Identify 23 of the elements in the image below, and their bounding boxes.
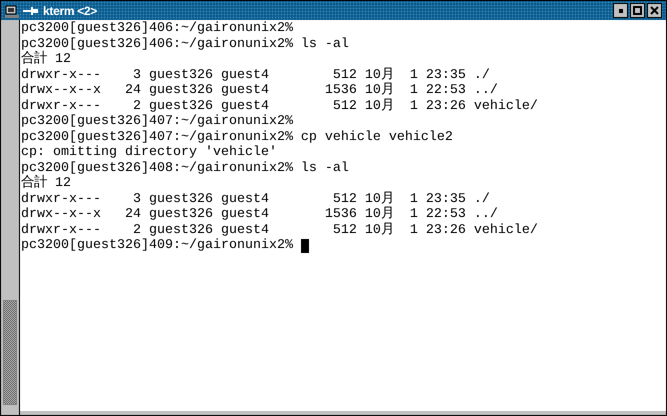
terminal-line: pc3200[guest326]408:~/gaironunix2% ls -al (21, 160, 349, 176)
computer-icon[interactable] (5, 4, 19, 18)
terminal-line: drwxr-x--- 2 guest326 guest4 512 10月 1 23:26 vehicle/ (21, 222, 538, 238)
scrollbar[interactable] (1, 20, 20, 415)
terminal-line: pc3200[guest326]409:~/gaironunix2% (21, 238, 293, 254)
maximize-button[interactable] (630, 3, 645, 18)
scrollbar-thumb[interactable] (3, 300, 17, 405)
terminal-line: drwxr-x--- 3 guest326 guest4 512 10月 1 23:35 ./ (21, 192, 490, 206)
terminal-line: drwxr-x--- 3 guest326 guest4 512 10月 1 23:35 ./ (21, 68, 490, 82)
terminal-line: drwx--x--x 24 guest326 guest4 1536 10月 1 22:53 ../ (21, 83, 498, 98)
close-button[interactable] (647, 3, 662, 18)
pin-icon[interactable] (23, 6, 39, 16)
terminal-line: pc3200[guest326]407:~/gaironunix2% (21, 114, 293, 130)
minimize-button[interactable] (613, 3, 628, 18)
window-title: kterm <2> (43, 4, 98, 16)
terminal-line: pc3200[guest326]406:~/gaironunix2% ls -al (21, 36, 349, 52)
terminal-line: 合計 12 (21, 52, 71, 68)
terminal-line: pc3200[guest326]406:~/gaironunix2% (21, 21, 293, 36)
terminal-line: drwxr-x--- 2 guest326 guest4 512 10月 1 23:26 vehicle/ (21, 98, 538, 114)
terminal-line: cp: omitting directory 'vehicle' (21, 145, 277, 160)
terminal-line: pc3200[guest326]407:~/gaironunix2% cp vehicle vehicle2 (21, 130, 453, 145)
terminal-line: drwx--x--x 24 guest326 guest4 1536 10月 1 22:53 ../ (21, 207, 498, 222)
terminal-line: 合計 12 (21, 176, 71, 192)
